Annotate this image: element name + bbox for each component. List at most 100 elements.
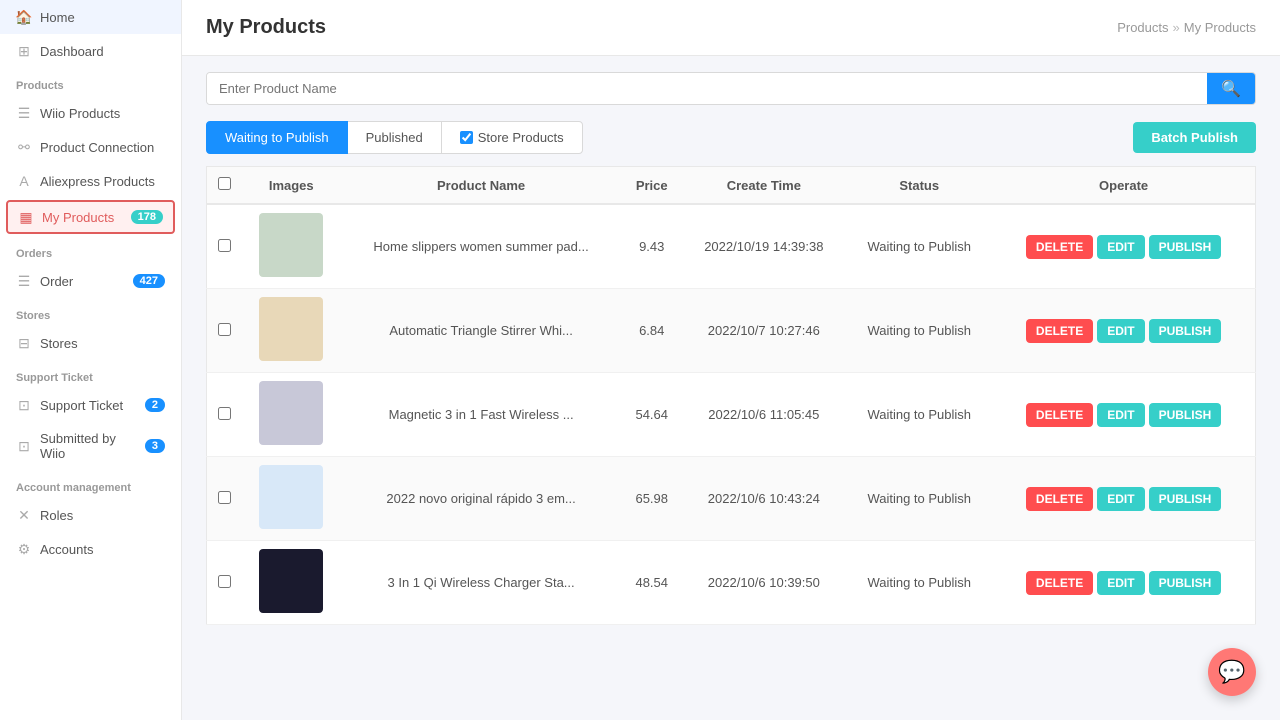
stores-icon: ⊟ xyxy=(16,335,32,351)
product-connection-icon: ⚯ xyxy=(16,139,32,155)
table-row: 3 In 1 Qi Wireless Charger Sta...48.5420… xyxy=(207,541,1256,625)
publish-button[interactable]: PUBLISH xyxy=(1149,235,1222,259)
sidebar-order-label: Order xyxy=(40,274,73,289)
edit-button[interactable]: EDIT xyxy=(1097,319,1144,343)
row-operate-cell: DELETEEDITPUBLISH xyxy=(992,204,1255,289)
edit-button[interactable]: EDIT xyxy=(1097,571,1144,595)
row-price: 54.64 xyxy=(622,373,681,457)
my-products-badge: 178 xyxy=(131,210,163,224)
my-products-icon: ▦ xyxy=(18,209,34,225)
publish-button[interactable]: PUBLISH xyxy=(1149,319,1222,343)
sidebar-item-home[interactable]: 🏠 Home xyxy=(0,0,181,34)
sidebar-item-dashboard[interactable]: ⊞ Dashboard xyxy=(0,34,181,68)
row-create-time: 2022/10/6 10:39:50 xyxy=(681,541,846,625)
order-icon: ☰ xyxy=(16,273,32,289)
table-row: Magnetic 3 in 1 Fast Wireless ...54.6420… xyxy=(207,373,1256,457)
row-checkbox-cell xyxy=(207,204,243,289)
row-status: Waiting to Publish xyxy=(846,457,992,541)
sidebar-item-aliexpress-products[interactable]: A Aliexpress Products xyxy=(0,164,181,198)
product-image xyxy=(259,465,323,529)
row-product-name: Magnetic 3 in 1 Fast Wireless ... xyxy=(340,373,622,457)
row-checkbox-cell xyxy=(207,541,243,625)
table-row: 2022 novo original rápido 3 em...65.9820… xyxy=(207,457,1256,541)
chat-icon: 💬 xyxy=(1218,659,1245,685)
sidebar-my-products-label: My Products xyxy=(42,210,114,225)
row-checkbox-cell xyxy=(207,373,243,457)
tab-published[interactable]: Published xyxy=(347,121,442,154)
chat-fab-button[interactable]: 💬 xyxy=(1208,648,1256,696)
product-image xyxy=(259,297,323,361)
support-ticket-icon: ⊡ xyxy=(16,397,32,413)
products-section-label: Products xyxy=(0,68,181,96)
breadcrumb: Products » My Products xyxy=(1117,20,1256,35)
support-ticket-badge: 2 xyxy=(145,398,165,412)
tab-waiting-publish[interactable]: Waiting to Publish xyxy=(206,121,348,154)
search-icon: 🔍 xyxy=(1221,79,1241,99)
store-products-checkbox[interactable] xyxy=(460,131,473,144)
dashboard-icon: ⊞ xyxy=(16,43,32,59)
search-input[interactable] xyxy=(207,73,1207,104)
breadcrumb-separator: » xyxy=(1173,20,1180,35)
sidebar-item-accounts[interactable]: ⚙ Accounts xyxy=(0,532,181,566)
breadcrumb-current: My Products xyxy=(1184,20,1256,35)
row-checkbox[interactable] xyxy=(218,407,231,420)
publish-button[interactable]: PUBLISH xyxy=(1149,571,1222,595)
batch-publish-button[interactable]: Batch Publish xyxy=(1133,122,1256,153)
col-create-time: Create Time xyxy=(681,167,846,205)
row-checkbox[interactable] xyxy=(218,323,231,336)
row-checkbox[interactable] xyxy=(218,491,231,504)
row-price: 65.98 xyxy=(622,457,681,541)
row-operate-cell: DELETEEDITPUBLISH xyxy=(992,289,1255,373)
delete-button[interactable]: DELETE xyxy=(1026,235,1093,259)
submitted-icon: ⊡ xyxy=(16,438,32,454)
sidebar-item-order[interactable]: ☰ Order 427 xyxy=(0,264,181,298)
sidebar-item-submitted[interactable]: ⊡ Submitted by Wiio 3 xyxy=(0,422,181,470)
submitted-badge: 3 xyxy=(145,439,165,453)
sidebar-item-my-products[interactable]: ▦ My Products 178 xyxy=(6,200,175,234)
roles-icon: ✕ xyxy=(16,507,32,523)
delete-button[interactable]: DELETE xyxy=(1026,487,1093,511)
row-price: 9.43 xyxy=(622,204,681,289)
table-row: Home slippers women summer pad...9.43202… xyxy=(207,204,1256,289)
row-checkbox[interactable] xyxy=(218,239,231,252)
delete-button[interactable]: DELETE xyxy=(1026,319,1093,343)
aliexpress-icon: A xyxy=(16,173,32,189)
product-image xyxy=(259,213,323,277)
home-icon: 🏠 xyxy=(16,9,32,25)
product-table-body: Home slippers women summer pad...9.43202… xyxy=(207,204,1256,625)
search-button[interactable]: 🔍 xyxy=(1207,73,1255,104)
edit-button[interactable]: EDIT xyxy=(1097,403,1144,427)
row-create-time: 2022/10/7 10:27:46 xyxy=(681,289,846,373)
sidebar-product-connection-label: Product Connection xyxy=(40,140,154,155)
product-image xyxy=(259,549,323,613)
row-product-name: 3 In 1 Qi Wireless Charger Sta... xyxy=(340,541,622,625)
select-all-checkbox[interactable] xyxy=(218,177,231,190)
search-bar: 🔍 xyxy=(206,72,1256,105)
sidebar-item-wiio-products[interactable]: ☰ Wiio Products xyxy=(0,96,181,130)
delete-button[interactable]: DELETE xyxy=(1026,403,1093,427)
sidebar: 🏠 Home ⊞ Dashboard Products ☰ Wiio Produ… xyxy=(0,0,182,720)
sidebar-item-stores[interactable]: ⊟ Stores xyxy=(0,326,181,360)
breadcrumb-products: Products xyxy=(1117,20,1168,35)
row-checkbox[interactable] xyxy=(218,575,231,588)
publish-button[interactable]: PUBLISH xyxy=(1149,487,1222,511)
sidebar-item-roles[interactable]: ✕ Roles xyxy=(0,498,181,532)
page-title: My Products xyxy=(206,16,326,39)
delete-button[interactable]: DELETE xyxy=(1026,571,1093,595)
sidebar-wiio-products-label: Wiio Products xyxy=(40,106,120,121)
sidebar-aliexpress-label: Aliexpress Products xyxy=(40,174,155,189)
row-product-name: 2022 novo original rápido 3 em... xyxy=(340,457,622,541)
sidebar-roles-label: Roles xyxy=(40,508,73,523)
product-image xyxy=(259,381,323,445)
product-table: Images Product Name Price Create Time St… xyxy=(206,166,1256,625)
tab-store-products[interactable]: Store Products xyxy=(441,121,583,154)
publish-button[interactable]: PUBLISH xyxy=(1149,403,1222,427)
row-price: 48.54 xyxy=(622,541,681,625)
sidebar-item-support-ticket[interactable]: ⊡ Support Ticket 2 xyxy=(0,388,181,422)
account-section-label: Account management xyxy=(0,470,181,498)
edit-button[interactable]: EDIT xyxy=(1097,487,1144,511)
main-content: My Products Products » My Products 🔍 Wai… xyxy=(182,0,1280,720)
sidebar-item-product-connection[interactable]: ⚯ Product Connection xyxy=(0,130,181,164)
row-operate-cell: DELETEEDITPUBLISH xyxy=(992,541,1255,625)
edit-button[interactable]: EDIT xyxy=(1097,235,1144,259)
